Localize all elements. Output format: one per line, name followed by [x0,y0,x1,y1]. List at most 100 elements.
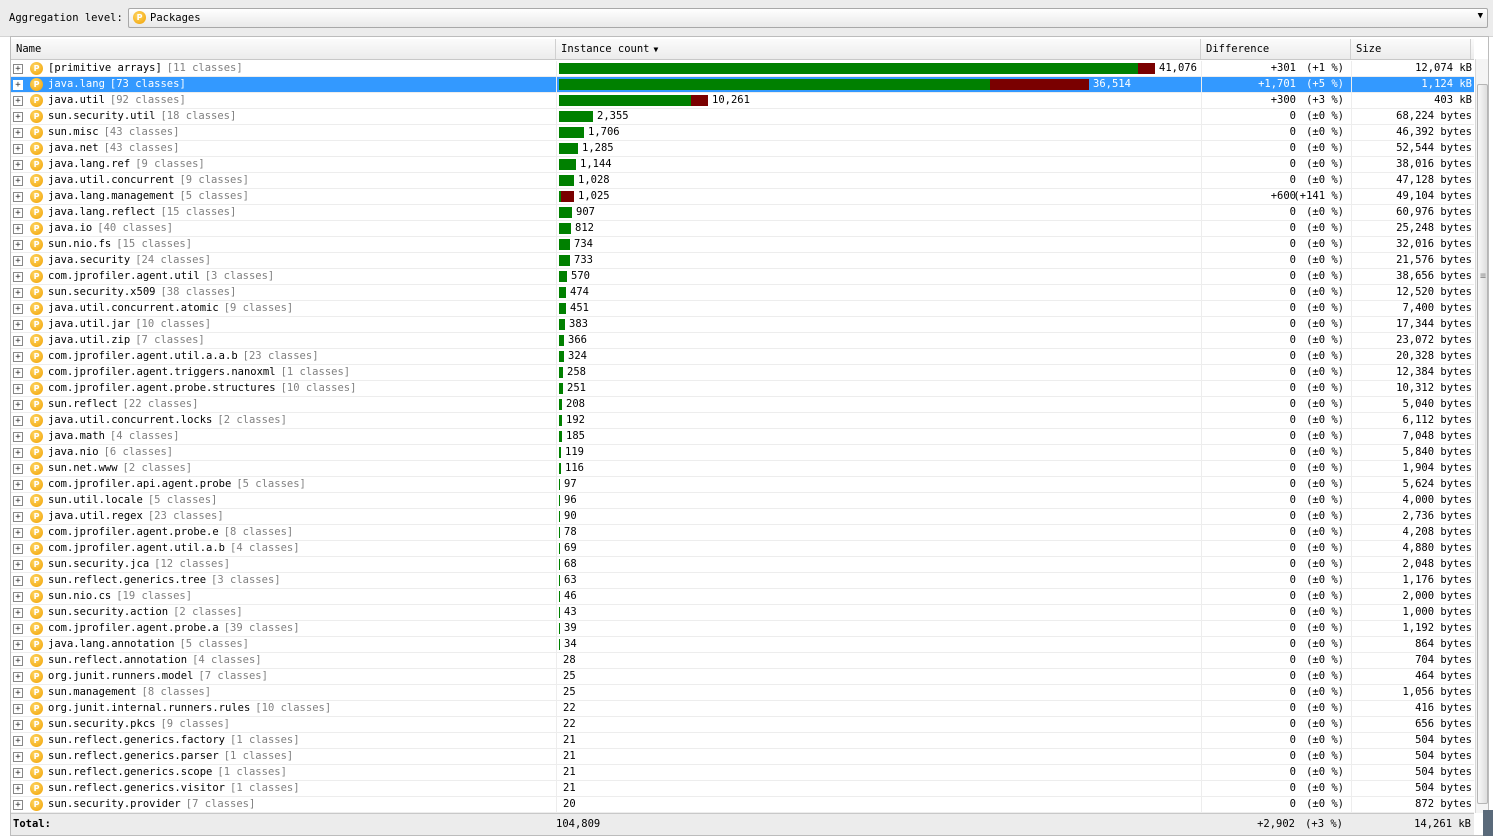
expand-icon[interactable]: + [13,112,23,122]
table-row[interactable]: + Psun.security.jca [12 classes] 68 0 (±0 %) 2… [11,557,1474,573]
table-row[interactable]: + Pjava.nio [6 classes] 119 0 (±0 %) 5,840 byt… [11,445,1474,461]
table-row[interactable]: + Pjava.lang.annotation [5 classes] 34 0 (±0 … [11,637,1474,653]
table-row[interactable]: + Pjava.util.regex [23 classes] 90 0 (±0 %) 2,… [11,509,1474,525]
expand-icon[interactable]: + [13,592,23,602]
expand-icon[interactable]: + [13,704,23,714]
column-header-difference[interactable]: Difference [1201,39,1351,59]
expand-icon[interactable]: + [13,320,23,330]
expand-icon[interactable]: + [13,736,23,746]
expand-icon[interactable]: + [13,720,23,730]
table-row[interactable]: + Pjava.lang.management [5 classes] 1,025 +6… [11,189,1474,205]
table-row[interactable]: + Psun.reflect [22 classes] 208 0 (±0 %) 5,040… [11,397,1474,413]
expand-icon[interactable]: + [13,448,23,458]
table-row[interactable]: + Pcom.jprofiler.agent.util.a.a.b [23 clas… [11,349,1474,365]
table-row[interactable]: + Psun.security.pkcs [9 classes] 22 0 (±0 %) 6… [11,717,1474,733]
expand-icon[interactable]: + [13,224,23,234]
expand-icon[interactable]: + [13,208,23,218]
table-row[interactable]: + Psun.nio.fs [15 classes] 734 0 (±0 %) 32,016… [11,237,1474,253]
table-row[interactable]: + Pcom.jprofiler.agent.probe.a [39 classes… [11,621,1474,637]
table-row[interactable]: + Pjava.lang.reflect [15 classes] 907 0 (±0 %… [11,205,1474,221]
table-row[interactable]: + Pcom.jprofiler.api.agent.probe [5 classe… [11,477,1474,493]
expand-icon[interactable]: + [13,576,23,586]
expand-icon[interactable]: + [13,800,23,810]
expand-icon[interactable]: + [13,768,23,778]
expand-icon[interactable]: + [13,464,23,474]
table-row[interactable]: + Psun.management [8 classes] 25 0 (±0 %) 1,05… [11,685,1474,701]
expand-icon[interactable]: + [13,608,23,618]
table-row[interactable]: + Pcom.jprofiler.agent.util [3 classes] 570… [11,269,1474,285]
column-header-size[interactable]: Size [1351,39,1471,59]
table-row[interactable]: + Psun.net.www [2 classes] 116 0 (±0 %) 1,904 … [11,461,1474,477]
expand-icon[interactable]: + [13,384,23,394]
aggregation-level-dropdown[interactable]: P Packages ▼ [128,8,1488,28]
expand-icon[interactable]: + [13,160,23,170]
table-row[interactable]: + Psun.security.x509 [38 classes] 474 0 (±0 %… [11,285,1474,301]
expand-icon[interactable]: + [13,512,23,522]
vertical-scrollbar[interactable]: ≡ [1475,59,1488,813]
expand-icon[interactable]: + [13,544,23,554]
expand-icon[interactable]: + [13,64,23,74]
table-row[interactable]: + Pjava.io [40 classes] 812 0 (±0 %) 25,248 by… [11,221,1474,237]
expand-icon[interactable]: + [13,272,23,282]
expand-icon[interactable]: + [13,560,23,570]
expand-icon[interactable]: + [13,480,23,490]
table-row[interactable]: + Pcom.jprofiler.agent.probe.structures [1… [11,381,1474,397]
column-header-name[interactable]: Name [11,39,556,59]
table-row[interactable]: + Pcom.jprofiler.agent.probe.e [8 classes]… [11,525,1474,541]
expand-icon[interactable]: + [13,128,23,138]
expand-icon[interactable]: + [13,96,23,106]
expand-icon[interactable]: + [13,288,23,298]
expand-icon[interactable]: + [13,432,23,442]
table-row[interactable]: + Porg.junit.internal.runners.rules [10 cl… [11,701,1474,717]
table-row[interactable]: + Porg.junit.runners.model [7 classes] 25 0 (… [11,669,1474,685]
expand-icon[interactable]: + [13,416,23,426]
expand-icon[interactable]: + [13,496,23,506]
table-row[interactable]: + Psun.nio.cs [19 classes] 46 0 (±0 %) 2,000 b… [11,589,1474,605]
table-row[interactable]: + Psun.reflect.generics.tree [3 classes] 63… [11,573,1474,589]
table-row[interactable]: + Psun.reflect.annotation [4 classes] 28 0 (±… [11,653,1474,669]
table-row[interactable]: + Pjava.lang.ref [9 classes] 1,144 0 (±0 %) 38… [11,157,1474,173]
table-row[interactable]: + Pjava.util.concurrent.locks [2 classes] 1… [11,413,1474,429]
table-row[interactable]: + Pjava.security [24 classes] 733 0 (±0 %) 21,… [11,253,1474,269]
expand-icon[interactable]: + [13,624,23,634]
expand-icon[interactable]: + [13,784,23,794]
table-row[interactable]: + Pcom.jprofiler.agent.util.a.b [4 classes… [11,541,1474,557]
expand-icon[interactable]: + [13,192,23,202]
table-row[interactable]: + Pjava.math [4 classes] 185 0 (±0 %) 7,048 by… [11,429,1474,445]
expand-icon[interactable]: + [13,656,23,666]
expand-icon[interactable]: + [13,256,23,266]
table-row[interactable]: + Psun.security.action [2 classes] 43 0 (±0 %… [11,605,1474,621]
expand-icon[interactable]: + [13,144,23,154]
scrollbar-thumb[interactable]: ≡ [1477,84,1488,804]
column-header-instance-count[interactable]: Instance count ▼ [556,39,1201,59]
table-row[interactable]: + P [primitive arrays] [11 classes] 41,076 +3… [11,61,1474,77]
table-row[interactable]: + Pjava.util [92 classes] 10,261 +300 (+3 %) 4… [11,93,1474,109]
expand-icon[interactable]: + [13,528,23,538]
table-row[interactable]: + Pjava.util.concurrent [9 classes] 1,028 0 (… [11,173,1474,189]
expand-icon[interactable]: + [13,688,23,698]
expand-icon[interactable]: + [13,240,23,250]
table-row[interactable]: + Pjava.util.jar [10 classes] 383 0 (±0 %) 17,… [11,317,1474,333]
expand-icon[interactable]: + [13,336,23,346]
table-row[interactable]: + Psun.misc [43 classes] 1,706 0 (±0 %) 46,392… [11,125,1474,141]
expand-icon[interactable]: + [13,176,23,186]
expand-icon[interactable]: + [13,400,23,410]
table-row[interactable]: + Psun.reflect.generics.parser [1 classes]… [11,749,1474,765]
expand-icon[interactable]: + [13,368,23,378]
table-row[interactable]: + Psun.reflect.generics.scope [1 classes] 2… [11,765,1474,781]
expand-icon[interactable]: + [13,352,23,362]
table-row[interactable]: + Pjava.lang [73 classes] 36,514 +1,701 (+5 %… [11,77,1474,93]
table-row[interactable]: + Pjava.util.concurrent.atomic [9 classes]… [11,301,1474,317]
table-row[interactable]: + Psun.util.locale [5 classes] 96 0 (±0 %) 4,0… [11,493,1474,509]
table-row[interactable]: + Pjava.util.zip [7 classes] 366 0 (±0 %) 23,0… [11,333,1474,349]
table-row[interactable]: + Pjava.net [43 classes] 1,285 0 (±0 %) 52,544… [11,141,1474,157]
expand-icon[interactable]: + [13,752,23,762]
table-row[interactable]: + Pcom.jprofiler.agent.triggers.nanoxml [1… [11,365,1474,381]
table-row[interactable]: + Psun.reflect.generics.visitor [1 classes… [11,781,1474,797]
expand-icon[interactable]: + [13,304,23,314]
expand-icon[interactable]: + [13,672,23,682]
expand-icon[interactable]: + [13,80,23,90]
expand-icon[interactable]: + [13,640,23,650]
table-row[interactable]: + Psun.security.provider [7 classes] 20 0 (±0… [11,797,1474,813]
table-row[interactable]: + Psun.security.util [18 classes] 2,355 0 (±0… [11,109,1474,125]
